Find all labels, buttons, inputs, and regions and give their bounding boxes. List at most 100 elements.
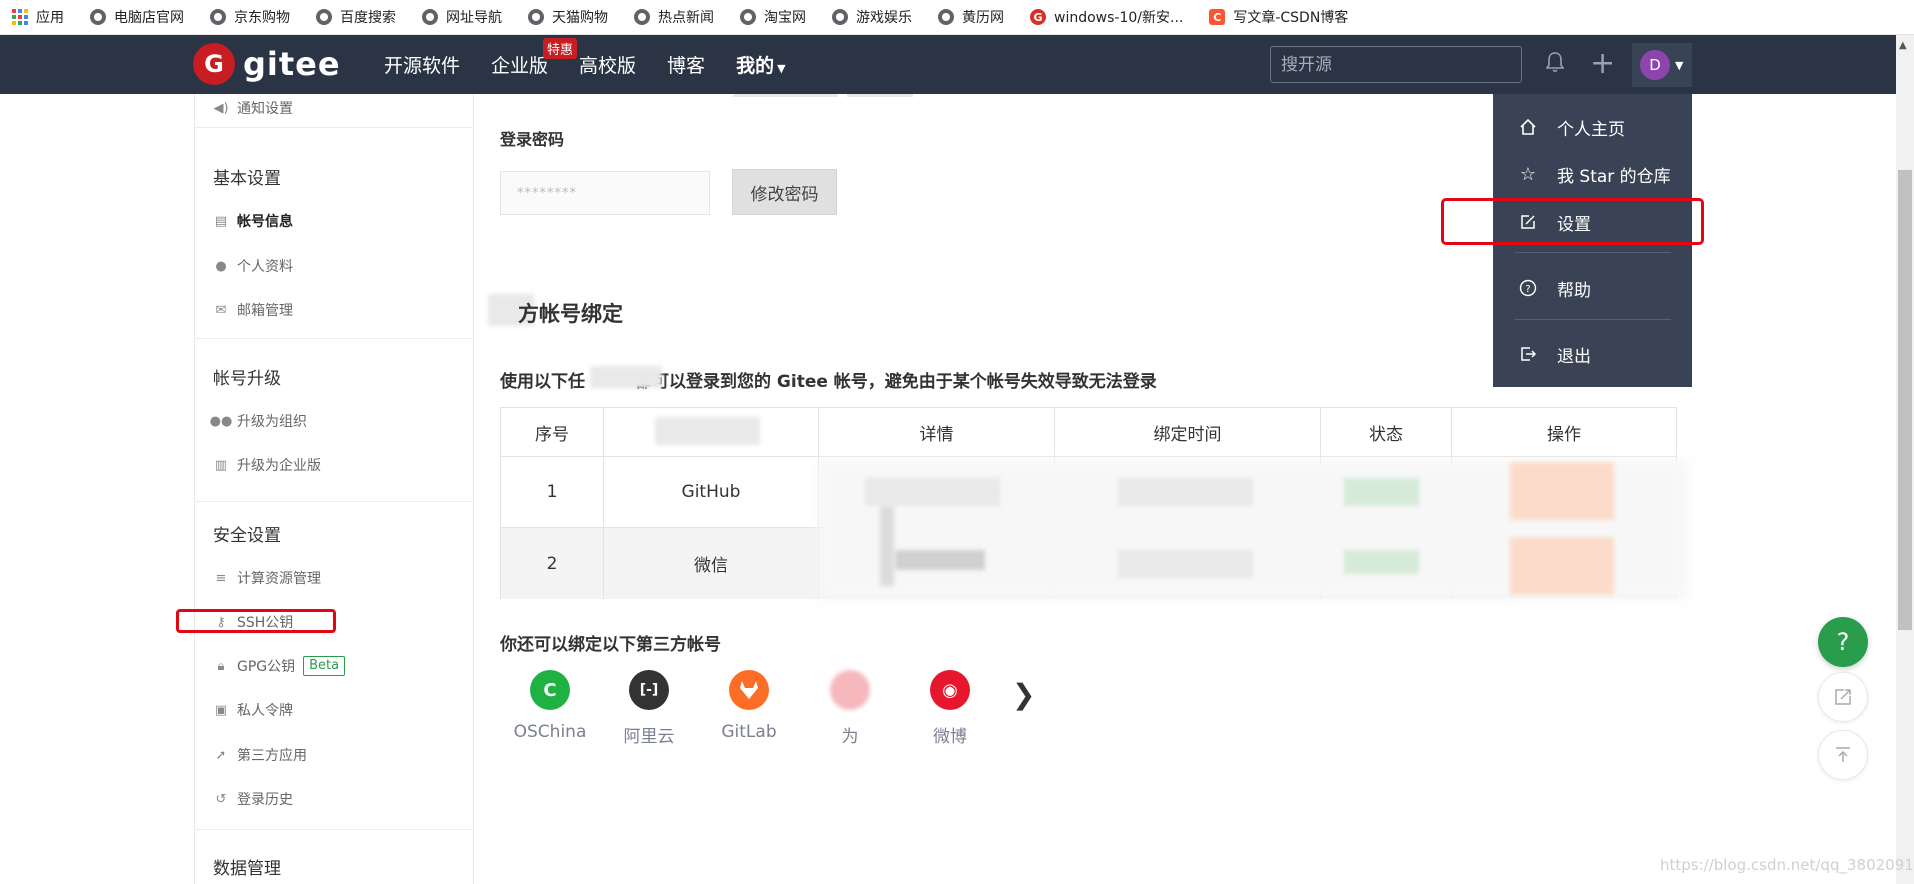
nav-mine[interactable]: 我的 ▼ (736, 51, 785, 78)
sidebar-item-label: 第三方应用 (237, 748, 307, 764)
top-navbar: G gitee 开源软件 企业版 特惠 高校版 博客 我的▼ + D ▼ (0, 35, 1896, 94)
nav-enterprise[interactable]: 企业版 特惠 (491, 38, 578, 78)
bookmark-label: 写文章-CSDN博客 (1233, 10, 1349, 26)
redacted-area (655, 417, 760, 445)
col-header: 绑定时间 (1055, 408, 1321, 456)
sidebar-item-upgrade-enterprise[interactable]: ▥ 升级为企业版 (213, 455, 321, 475)
bell-icon[interactable] (1546, 51, 1564, 73)
bookmark-item[interactable]: 黄历网 (938, 7, 1004, 27)
bookmark-label: 淘宝网 (764, 10, 806, 26)
globe-icon (832, 9, 848, 25)
bookmark-label: 网址导航 (446, 10, 502, 26)
bookmark-label: 黄历网 (962, 10, 1004, 26)
bind-oschina[interactable]: C OSChina (505, 670, 595, 742)
bind-weibo[interactable]: ◉ 微博 (905, 670, 995, 747)
redacted-area (1510, 537, 1614, 595)
binding-desc-prefix: 使用以下任 (500, 372, 585, 392)
sidebar-item-notifications[interactable]: ◀) 通知设置 (213, 98, 293, 118)
third-party-label: GitLab (721, 722, 777, 742)
share-icon (1835, 689, 1851, 705)
help-circle-icon: ? (1518, 278, 1538, 298)
plus-icon[interactable]: + (1590, 49, 1615, 79)
sidebar-item-label: 个人资料 (237, 259, 293, 275)
sidebar-divider (195, 501, 473, 502)
aliyun-icon: [-] (629, 670, 669, 710)
bookmark-label: 热点新闻 (658, 10, 714, 26)
sidebar-item-profile[interactable]: ● 个人资料 (213, 256, 293, 276)
gitee-logo-text: gitee (243, 45, 341, 83)
gitlab-icon (729, 670, 769, 710)
scrollbar-thumb[interactable] (1898, 170, 1912, 630)
back-to-top-button[interactable] (1818, 730, 1868, 780)
cell-index: 2 (501, 528, 604, 599)
sidebar-divider (195, 829, 473, 830)
change-password-button[interactable]: 修改密码 (732, 169, 837, 215)
menu-item-profile[interactable]: 个人主页 (1493, 107, 1692, 147)
sidebar-item-account[interactable]: ▤ 帐号信息 (213, 211, 293, 231)
bind-huawei[interactable]: 为 (805, 670, 895, 747)
help-button[interactable]: ? (1818, 617, 1868, 667)
bookmark-item[interactable]: 天猫购物 (528, 7, 608, 27)
col-header: 状态 (1321, 408, 1452, 456)
globe-icon (210, 9, 226, 25)
bookmark-apps[interactable]: 应用 (12, 7, 64, 27)
promo-badge: 特惠 (543, 38, 578, 59)
third-party-label: OSChina (513, 722, 587, 742)
gitee-icon: G (1030, 9, 1046, 25)
chevron-right-icon[interactable]: ❯ (1012, 678, 1035, 711)
huawei-icon (830, 670, 870, 710)
bookmark-item[interactable]: 淘宝网 (740, 7, 806, 27)
redacted-area (1118, 550, 1253, 578)
bookmark-item[interactable]: Gwindows-10/新安... (1030, 7, 1183, 27)
search-input[interactable] (1270, 46, 1522, 83)
redacted-area (880, 506, 894, 586)
third-party-title: 你还可以绑定以下第三方帐号 (500, 635, 721, 655)
bookmark-item[interactable]: 电脑店官网 (90, 7, 184, 27)
bind-gitlab[interactable]: GitLab (704, 670, 794, 742)
sidebar-item-login-history[interactable]: ↺ 登录历史 (213, 789, 293, 809)
menu-item-logout[interactable]: 退出 (1493, 334, 1692, 374)
sidebar-item-label: 升级为企业版 (237, 458, 321, 474)
menu-item-help[interactable]: ? 帮助 (1493, 268, 1692, 308)
token-icon: ▣ (214, 702, 228, 718)
menu-item-label: 退出 (1557, 346, 1591, 367)
sidebar-section-title: 基本设置 (213, 169, 281, 189)
nav-opensource[interactable]: 开源软件 (384, 51, 460, 78)
nav-enterprise-label: 企业版 (491, 55, 549, 77)
home-icon (1518, 117, 1538, 137)
csdn-icon: C (1209, 9, 1226, 25)
nav-blog[interactable]: 博客 (667, 51, 705, 78)
bookmark-item[interactable]: C 写文章-CSDN博客 (1209, 7, 1348, 27)
scroll-up-icon[interactable]: ▲ (1899, 40, 1907, 51)
password-title: 登录密码 (500, 130, 565, 149)
bind-aliyun[interactable]: [-] 阿里云 (604, 670, 694, 747)
avatar[interactable]: D (1640, 50, 1670, 80)
sidebar-item-third-party-apps[interactable]: ➚ 第三方应用 (213, 745, 307, 765)
sidebar-divider (195, 127, 473, 128)
sidebar-item-email[interactable]: ✉ 邮箱管理 (213, 300, 293, 320)
menu-item-starred[interactable]: ☆ 我 Star 的仓库 (1493, 154, 1692, 194)
settings-highlight-box (1441, 198, 1704, 245)
nav-education[interactable]: 高校版 (579, 51, 636, 78)
cropped-element (847, 94, 913, 97)
bookmark-item[interactable]: 热点新闻 (634, 7, 714, 27)
redacted-area (590, 366, 662, 388)
sidebar-item-compute[interactable]: ≡ 计算资源管理 (213, 568, 321, 588)
nav-links: 开源软件 企业版 特惠 高校版 博客 我的 ▼ (384, 35, 817, 94)
apps-icon (12, 9, 28, 25)
gitee-logo[interactable]: G gitee (193, 43, 341, 85)
sidebar-item-gpg-keys[interactable]: 🔒︎ GPG公钥 Beta (213, 656, 346, 676)
globe-icon (740, 9, 756, 25)
share-button[interactable] (1818, 672, 1868, 722)
sidebar-item-label: GPG公钥 (237, 659, 296, 675)
sidebar-item-upgrade-org[interactable]: ●● 升级为组织 (210, 411, 307, 431)
col-header: 操作 (1547, 424, 1581, 445)
bookmark-item[interactable]: 京东购物 (210, 7, 290, 27)
redacted-area (895, 550, 985, 570)
globe-icon (528, 9, 544, 25)
bookmark-item[interactable]: 网址导航 (422, 7, 502, 27)
sidebar-item-tokens[interactable]: ▣ 私人令牌 (213, 700, 293, 720)
bookmark-item[interactable]: 百度搜索 (316, 7, 396, 27)
bookmark-item[interactable]: 游戏娱乐 (832, 7, 912, 27)
binding-section-title: 方帐号绑定 (518, 302, 623, 326)
